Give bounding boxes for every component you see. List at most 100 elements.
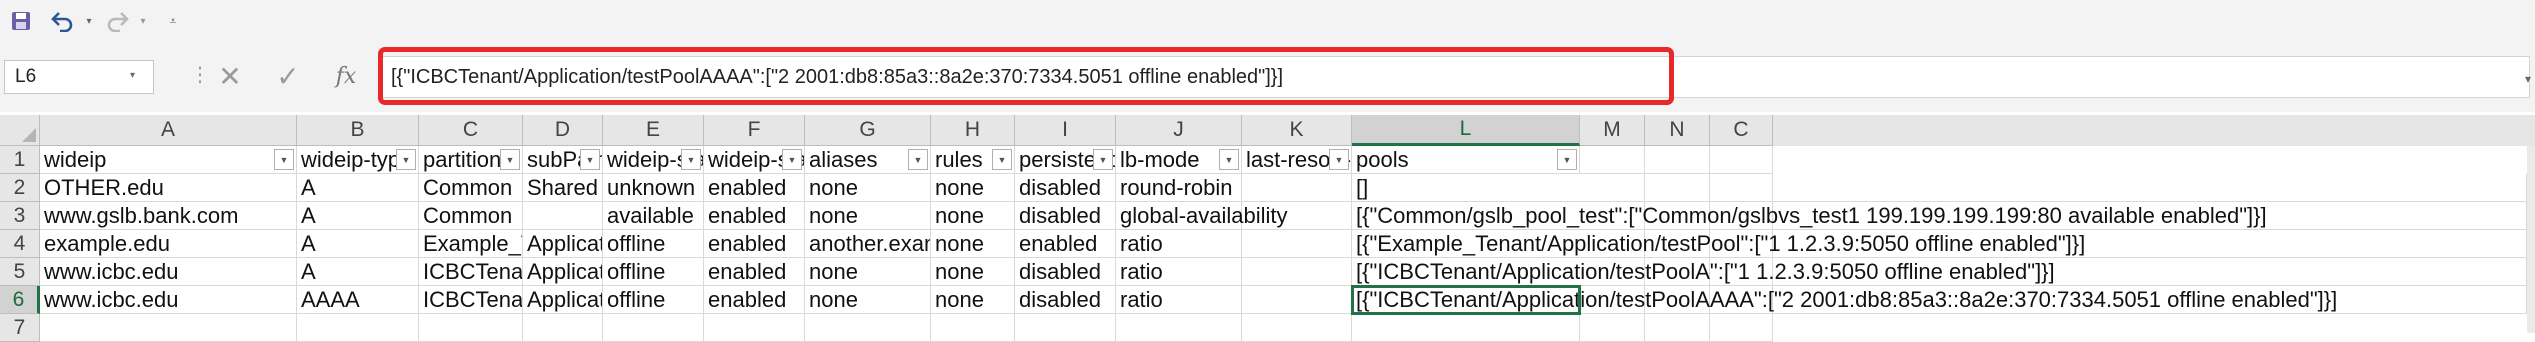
column-header-j[interactable]: J bbox=[1116, 115, 1242, 146]
column-header-c[interactable]: C bbox=[419, 115, 523, 146]
filter-dropdown-icon[interactable]: ▼ bbox=[500, 149, 520, 170]
table-cell[interactable]: another.example* bbox=[805, 230, 931, 258]
table-cell[interactable] bbox=[1352, 314, 1580, 342]
header-cell[interactable]: aliases ▼ bbox=[805, 146, 931, 174]
header-cell[interactable] bbox=[1645, 146, 1710, 174]
table-cell[interactable]: enabled bbox=[704, 174, 805, 202]
table-cell[interactable]: unknown bbox=[603, 174, 704, 202]
filter-dropdown-icon[interactable]: ▼ bbox=[908, 149, 928, 170]
table-cell[interactable]: disabled bbox=[1015, 258, 1116, 286]
table-cell[interactable]: disabled bbox=[1015, 174, 1116, 202]
row-header-4[interactable]: 4 bbox=[0, 230, 40, 258]
header-cell[interactable]: wideip ▼ bbox=[40, 146, 297, 174]
undo-icon[interactable] bbox=[46, 6, 80, 36]
header-cell[interactable]: rules ▼ bbox=[931, 146, 1015, 174]
filter-dropdown-icon[interactable]: ▼ bbox=[782, 149, 802, 170]
table-cell[interactable] bbox=[1710, 314, 1773, 342]
table-cell[interactable]: none bbox=[931, 202, 1015, 230]
table-cell[interactable]: example.edu bbox=[40, 230, 297, 258]
table-cell[interactable]: none bbox=[931, 174, 1015, 202]
table-cell[interactable] bbox=[1645, 314, 1710, 342]
header-cell[interactable] bbox=[1710, 146, 1773, 174]
table-cell[interactable] bbox=[419, 314, 523, 342]
header-cell[interactable]: wideip-status▼ bbox=[603, 146, 704, 174]
table-cell[interactable]: www.icbc.edu bbox=[40, 258, 297, 286]
header-cell[interactable] bbox=[1580, 146, 1645, 174]
table-cell[interactable]: Example_Tenant bbox=[419, 230, 523, 258]
header-cell[interactable]: last-resort-pool▼ bbox=[1242, 146, 1352, 174]
table-cell[interactable] bbox=[1645, 174, 1710, 202]
table-cell[interactable]: A bbox=[297, 202, 419, 230]
table-cell[interactable]: AAAA bbox=[297, 286, 419, 314]
expand-formula-bar-icon[interactable]: ▾ bbox=[2525, 72, 2531, 86]
table-cell[interactable]: ratio bbox=[1116, 230, 1242, 258]
row-header-2[interactable]: 2 bbox=[0, 174, 40, 202]
table-cell[interactable]: [] bbox=[1352, 174, 2527, 202]
column-header-k[interactable]: K bbox=[1242, 115, 1352, 146]
table-cell[interactable]: enabled bbox=[704, 286, 805, 314]
formula-input[interactable]: [{"ICBCTenant/Application/testPoolAAAA":… bbox=[380, 56, 2530, 98]
table-cell[interactable]: none bbox=[805, 202, 931, 230]
table-cell[interactable] bbox=[40, 314, 297, 342]
header-cell[interactable]: lb-mode ▼ bbox=[1116, 146, 1242, 174]
row-header-3[interactable]: 3 bbox=[0, 202, 40, 230]
header-cell[interactable]: wideip-state▼ bbox=[704, 146, 805, 174]
header-cell[interactable]: partition ▼ bbox=[419, 146, 523, 174]
column-header-e[interactable]: E bbox=[603, 115, 704, 146]
table-cell[interactable]: none bbox=[931, 258, 1015, 286]
column-header-i[interactable]: I bbox=[1015, 115, 1116, 146]
table-cell[interactable] bbox=[523, 314, 603, 342]
filter-dropdown-icon[interactable]: ▼ bbox=[580, 149, 600, 170]
column-header-d[interactable]: D bbox=[523, 115, 603, 146]
table-cell[interactable] bbox=[1242, 174, 1352, 202]
table-cell[interactable]: ratio bbox=[1116, 258, 1242, 286]
row-header-1[interactable]: 1 bbox=[0, 146, 40, 174]
table-cell[interactable]: [{"ICBCTenant/Application/testPoolA":["1… bbox=[1352, 258, 2527, 286]
table-cell[interactable] bbox=[1242, 286, 1352, 314]
table-cell[interactable]: none bbox=[805, 258, 931, 286]
table-cell[interactable] bbox=[704, 314, 805, 342]
column-header-a[interactable]: A bbox=[40, 115, 297, 146]
column-header-m[interactable]: M bbox=[1580, 115, 1645, 146]
table-cell[interactable]: offline bbox=[603, 258, 704, 286]
table-cell[interactable]: [{"ICBCTenant/Application/testPoolAAAA":… bbox=[1352, 286, 2527, 314]
column-header-l[interactable]: L bbox=[1352, 115, 1580, 146]
filter-dropdown-icon[interactable]: ▼ bbox=[681, 149, 701, 170]
table-cell[interactable] bbox=[523, 202, 603, 230]
column-header-h[interactable]: H bbox=[931, 115, 1015, 146]
column-header-c[interactable]: C bbox=[1710, 115, 1773, 146]
filter-dropdown-icon[interactable]: ▼ bbox=[1329, 149, 1349, 170]
column-header-f[interactable]: F bbox=[704, 115, 805, 146]
table-cell[interactable]: Application bbox=[523, 286, 603, 314]
table-cell[interactable] bbox=[1116, 314, 1242, 342]
table-cell[interactable]: [{"Example_Tenant/Application/testPool":… bbox=[1352, 230, 2527, 258]
table-cell[interactable]: www.icbc.edu bbox=[40, 286, 297, 314]
table-cell[interactable]: enabled bbox=[704, 202, 805, 230]
table-cell[interactable]: www.gslb.bank.com bbox=[40, 202, 297, 230]
table-cell[interactable]: available bbox=[603, 202, 704, 230]
filter-dropdown-icon[interactable]: ▼ bbox=[274, 149, 294, 170]
row-header-5[interactable]: 5 bbox=[0, 258, 40, 286]
table-cell[interactable]: A bbox=[297, 258, 419, 286]
table-cell[interactable] bbox=[1242, 230, 1352, 258]
vertical-scrollbar[interactable] bbox=[2527, 146, 2535, 333]
table-cell[interactable] bbox=[1242, 258, 1352, 286]
table-cell[interactable]: Application bbox=[523, 230, 603, 258]
table-cell[interactable]: enabled bbox=[1015, 230, 1116, 258]
table-cell[interactable] bbox=[1580, 314, 1645, 342]
table-cell[interactable]: Application bbox=[523, 258, 603, 286]
header-cell[interactable]: persistence▼ bbox=[1015, 146, 1116, 174]
table-cell[interactable]: enabled bbox=[704, 258, 805, 286]
filter-dropdown-icon[interactable]: ▼ bbox=[396, 149, 416, 170]
table-cell[interactable]: A bbox=[297, 174, 419, 202]
table-cell[interactable]: Common bbox=[419, 202, 523, 230]
table-cell[interactable] bbox=[931, 314, 1015, 342]
table-cell[interactable]: ratio bbox=[1116, 286, 1242, 314]
undo-dropdown-icon[interactable]: ▾ bbox=[80, 6, 98, 36]
table-cell[interactable] bbox=[603, 314, 704, 342]
table-cell[interactable] bbox=[1015, 314, 1116, 342]
table-cell[interactable]: round-robin bbox=[1116, 174, 1242, 202]
customize-qat-icon[interactable]: ⩡ bbox=[162, 6, 184, 36]
redo-icon[interactable] bbox=[100, 6, 134, 36]
filter-dropdown-icon[interactable]: ▼ bbox=[992, 149, 1012, 170]
